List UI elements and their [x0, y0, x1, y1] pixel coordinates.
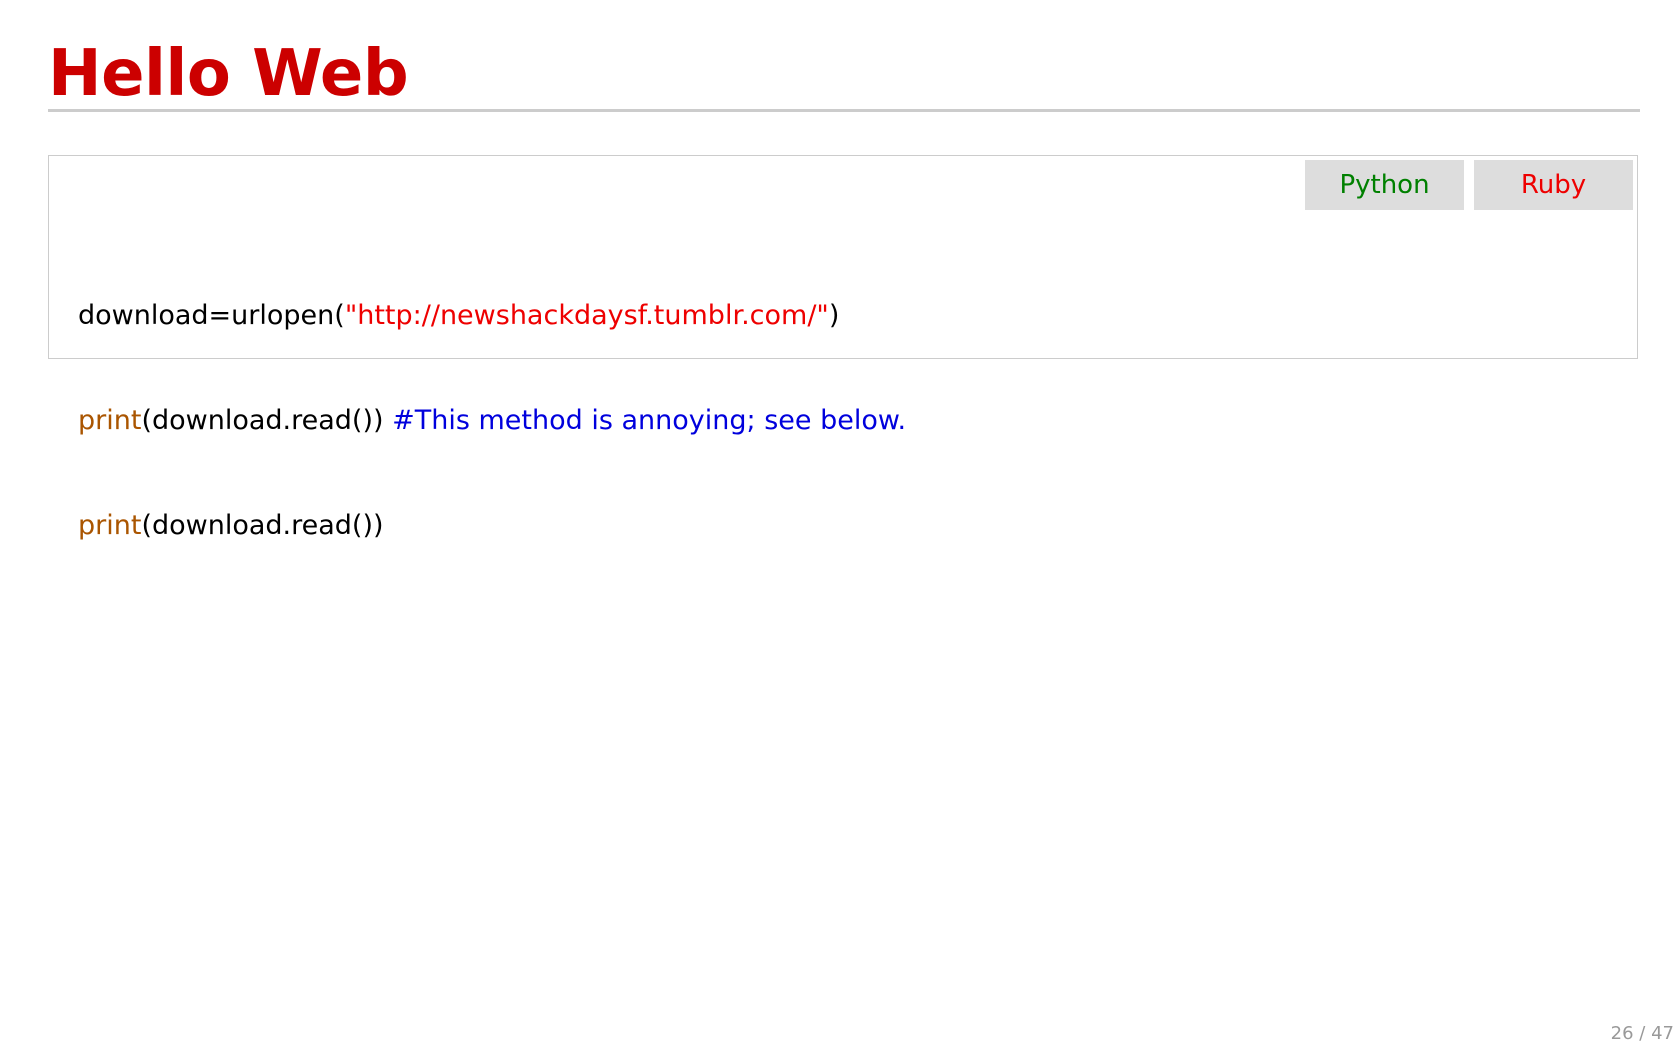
code-token-keyword: print — [78, 510, 142, 541]
code-line: download=urlopen("http://newshackdaysf.t… — [78, 298, 906, 333]
code-line: print(download.read()) — [78, 508, 906, 543]
tab-ruby[interactable]: Ruby — [1474, 160, 1633, 210]
code-token-comment: #This method is annoying; see below. — [392, 405, 907, 436]
language-tabs: Python Ruby — [1305, 160, 1633, 210]
code-token-plain: (download.read()) — [141, 405, 393, 436]
page-counter: 26 / 47 — [1610, 1023, 1674, 1044]
code-token-keyword: print — [78, 405, 142, 436]
code-panel: Python Ruby download=urlopen("http://new… — [48, 155, 1638, 541]
tab-python[interactable]: Python — [1305, 160, 1464, 210]
code-block: download=urlopen("http://newshackdaysf.t… — [78, 228, 906, 613]
code-token-plain: (download.read()) — [141, 510, 384, 541]
code-line: print(download.read()) #This method is a… — [78, 403, 906, 438]
slide: Hello Web Python Ruby download=urlopen("… — [0, 0, 1680, 1050]
code-token-plain: ) — [828, 300, 840, 331]
code-token-plain: download=urlopen( — [78, 300, 345, 331]
title-divider — [48, 109, 1640, 112]
code-token-string: "http://newshackdaysf.tumblr.com/" — [344, 300, 829, 331]
slide-title: Hello Web — [48, 37, 409, 111]
